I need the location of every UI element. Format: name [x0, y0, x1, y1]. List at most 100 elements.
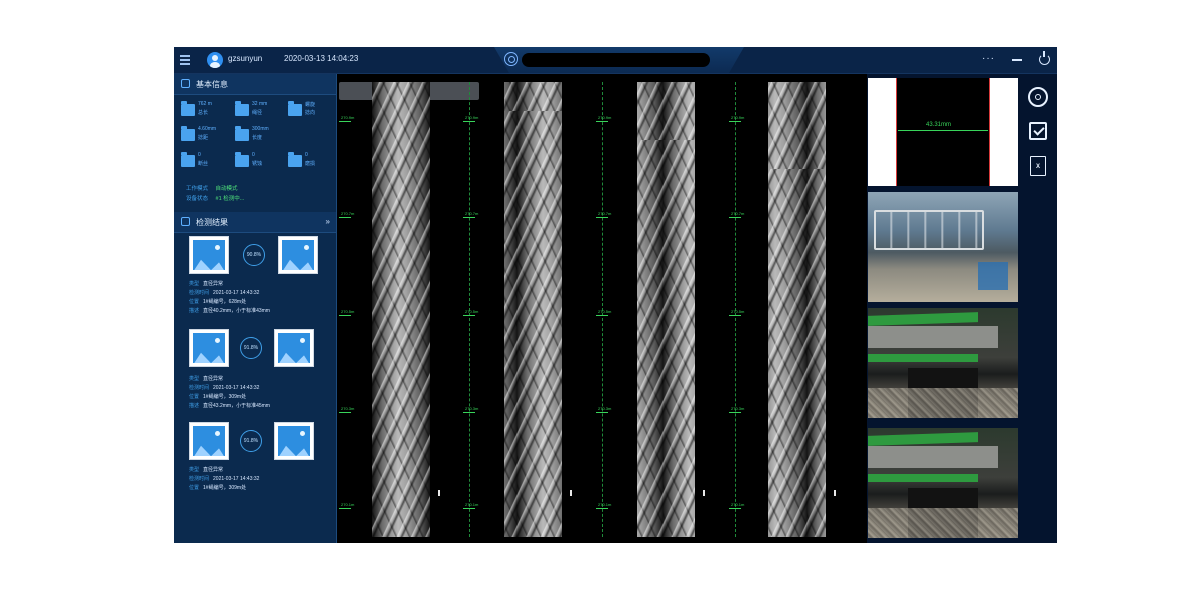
result-type: 类型 直径异常 [189, 375, 223, 382]
scale-tick [463, 217, 475, 218]
image-placeholder-icon [193, 426, 225, 456]
info-item: 300mm 长度 [235, 126, 295, 148]
position-marker [703, 490, 705, 496]
folder-icon [181, 101, 195, 116]
rope-scan-image [504, 82, 562, 537]
edge-line-right [989, 78, 990, 186]
redacted-title [522, 53, 710, 67]
result-position: 位置 1#绳编号，309m处 [189, 484, 246, 491]
app-window: gzsunyun 2020-03-13 14:04:23 ··· 基本信息 76… [174, 47, 1057, 543]
folder-icon [181, 152, 195, 167]
result-type: 类型 直径异常 [189, 466, 223, 473]
basic-info-header: 基本信息 [174, 74, 336, 95]
more-button[interactable]: ··· [982, 53, 995, 65]
camera-photo[interactable] [868, 192, 1018, 302]
dimension-line [898, 130, 988, 131]
scale-label: 270.5m [731, 309, 745, 314]
scale-tick [729, 217, 741, 218]
info-item: 4.60mm 捻距 [181, 126, 241, 148]
image-placeholder-icon [278, 426, 310, 456]
result-thumbnail[interactable] [189, 329, 229, 367]
diameter-label: 43.31mm [926, 122, 952, 128]
result-time-label: 检测时间 [189, 385, 210, 391]
info-label: 断丝 [198, 161, 209, 167]
result-type-label: 类型 [189, 376, 200, 382]
image-placeholder-icon [278, 333, 310, 363]
menu-icon[interactable] [180, 55, 190, 65]
result-description: 描述 直径43.2mm，小于标准45mm [189, 402, 270, 409]
scale-label: 270.5m [598, 309, 612, 314]
result-time-value: 2021-03-17 14:43:32 [213, 385, 260, 391]
image-placeholder-icon [282, 240, 314, 270]
diameter-measurement-view[interactable]: 43.31mm [868, 78, 1018, 186]
info-value: 螺旋 [305, 102, 316, 108]
excel-export-icon[interactable]: X [1030, 156, 1046, 176]
device-status-label: 设备状态 [186, 196, 209, 202]
scale-label: 270.3m [341, 406, 355, 411]
scale-tick [729, 412, 741, 413]
info-label: 绳径 [252, 110, 263, 116]
result-type-value: 直径异常 [203, 467, 224, 473]
minimize-button[interactable] [1012, 59, 1022, 61]
result-position-value: 1#绳编号，309m处 [203, 394, 247, 400]
result-position: 位置 1#绳编号，628m处 [189, 298, 246, 305]
info-value: 4.60mm [198, 126, 217, 132]
match-ratio: 90.8% [243, 244, 265, 266]
scale-label: 270.9m [465, 115, 479, 120]
locate-icon[interactable] [1028, 87, 1048, 107]
folder-icon [288, 152, 302, 167]
result-thumbnail[interactable] [189, 236, 229, 274]
scale-tick [339, 412, 351, 413]
info-value: 762 m [198, 101, 212, 107]
info-label: 磨损 [305, 161, 316, 167]
info-value: 300mm [252, 126, 269, 132]
info-value: 32 mm [252, 101, 268, 107]
image-icon [181, 217, 190, 226]
top-bar: gzsunyun 2020-03-13 14:04:23 ··· [174, 47, 1057, 74]
result-position-value: 1#绳编号，628m处 [203, 299, 247, 305]
camera-photo[interactable] [868, 308, 1018, 418]
right-toolbar: X [1020, 74, 1057, 543]
result-position-label: 位置 [189, 299, 200, 305]
expand-icon[interactable]: » [326, 217, 330, 226]
scale-tick [596, 315, 608, 316]
scale-label: 270.3m [465, 406, 479, 411]
info-label: 长度 [252, 135, 263, 141]
device-status-value: #1 检测中... [215, 196, 245, 202]
scale-tick [729, 508, 741, 509]
rope-image-viewer[interactable]: 270.9m 270.7m 270.5m 270.3m 270.1m 270.9m 270.… [337, 74, 867, 543]
scale-tick [339, 508, 351, 509]
result-card[interactable]: 90.8% 类型 直径异常 检测时间 2021-03-17 14:43:32 位置 1… [174, 236, 336, 328]
result-time: 检测时间 2021-03-17 14:43:32 [189, 384, 259, 391]
scale-label: 270.1m [598, 502, 612, 507]
result-description-label: 描述 [189, 308, 200, 314]
folder-icon [181, 126, 195, 141]
match-ratio: 91.8% [240, 337, 262, 359]
result-card[interactable]: 91.8% 类型 直径异常 检测时间 2021-03-17 14:43:32 位置 1… [174, 422, 336, 514]
scale-tick [596, 508, 608, 509]
calendar-check-icon[interactable] [1029, 122, 1047, 140]
result-thumbnail[interactable] [189, 422, 229, 460]
scale-tick [339, 315, 351, 316]
info-label: 捻向 [305, 110, 316, 116]
camera-photo[interactable] [868, 428, 1018, 538]
result-type-value: 直径异常 [203, 376, 224, 382]
green-beam [868, 432, 978, 446]
result-thumbnail[interactable] [274, 329, 314, 367]
info-item: 0 锈蚀 [235, 152, 295, 174]
scale-tick [463, 508, 475, 509]
power-icon[interactable] [1039, 51, 1050, 65]
result-thumbnail[interactable] [274, 422, 314, 460]
result-time-label: 检测时间 [189, 476, 210, 482]
folder-icon [235, 101, 249, 116]
scale-tick [339, 121, 351, 122]
rope-scan-image [372, 82, 430, 537]
result-thumbnail[interactable] [278, 236, 318, 274]
scale-label: 270.9m [598, 115, 612, 120]
result-card[interactable]: 91.8% 类型 直径异常 检测时间 2021-03-17 14:43:32 位置 1… [174, 329, 336, 421]
user-avatar-icon[interactable] [207, 52, 223, 68]
gray-beam [868, 446, 998, 468]
info-value: 0 [198, 152, 201, 158]
info-item: 0 断丝 [181, 152, 241, 174]
scale-label: 270.3m [731, 406, 745, 411]
